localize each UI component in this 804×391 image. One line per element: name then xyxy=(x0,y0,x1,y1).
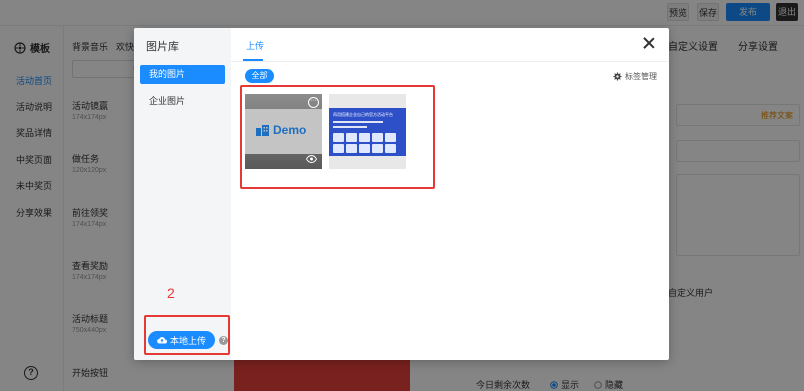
tag-manage-label: 标签管理 xyxy=(625,72,657,81)
ad-subline xyxy=(333,121,383,123)
tab-upload[interactable]: 上传 xyxy=(246,39,264,52)
ad-headline: 再用搭建企业自己的官方活动平台 xyxy=(333,112,393,117)
ad-card xyxy=(385,144,396,153)
ad-card xyxy=(333,133,344,142)
image-library-modal: 图片库 我的图片 企业图片 2 本地上传 ? 上传 全部 标签管理 Demo ·… xyxy=(134,28,669,360)
demo-label: Demo xyxy=(273,123,307,137)
tab-divider xyxy=(231,61,669,62)
close-icon[interactable] xyxy=(643,37,655,49)
image-thumbnail[interactable]: Demo ··· xyxy=(245,94,322,169)
ad-card xyxy=(385,133,396,142)
ad-card xyxy=(346,144,357,153)
cloud-upload-icon xyxy=(157,337,167,344)
local-upload-button[interactable]: 本地上传 xyxy=(148,331,215,349)
eye-icon[interactable] xyxy=(306,155,317,163)
tag-manage-button[interactable]: 标签管理 xyxy=(613,71,657,82)
filter-all-chip[interactable]: 全部 xyxy=(245,69,274,83)
local-upload-label: 本地上传 xyxy=(169,335,206,346)
upload-help-icon[interactable]: ? xyxy=(219,336,228,345)
ad-subline xyxy=(333,126,367,128)
category-enterprise-images[interactable]: 企业图片 xyxy=(140,92,225,111)
gear-icon xyxy=(613,72,622,81)
ad-card xyxy=(359,133,370,142)
modal-sidebar: 图片库 我的图片 企业图片 2 本地上传 ? xyxy=(134,28,231,360)
image-thumbnail[interactable]: 再用搭建企业自己的官方活动平台 xyxy=(329,94,406,169)
ad-card xyxy=(346,133,357,142)
demo-logo: Demo xyxy=(256,123,306,137)
thumbnail-preview: 再用搭建企业自己的官方活动平台 xyxy=(329,108,406,156)
modal-title: 图片库 xyxy=(146,41,179,53)
category-my-images[interactable]: 我的图片 xyxy=(140,65,225,84)
annotation-number: 2 xyxy=(167,285,175,301)
more-icon[interactable]: ··· xyxy=(308,97,319,108)
ad-card xyxy=(359,144,370,153)
building-icon xyxy=(256,124,269,136)
modal-content: 上传 全部 标签管理 Demo ··· 再用搭建企业自己的官方活动平台 xyxy=(231,28,669,360)
ad-card xyxy=(372,133,383,142)
ad-card xyxy=(333,144,344,153)
ad-card xyxy=(372,144,383,153)
